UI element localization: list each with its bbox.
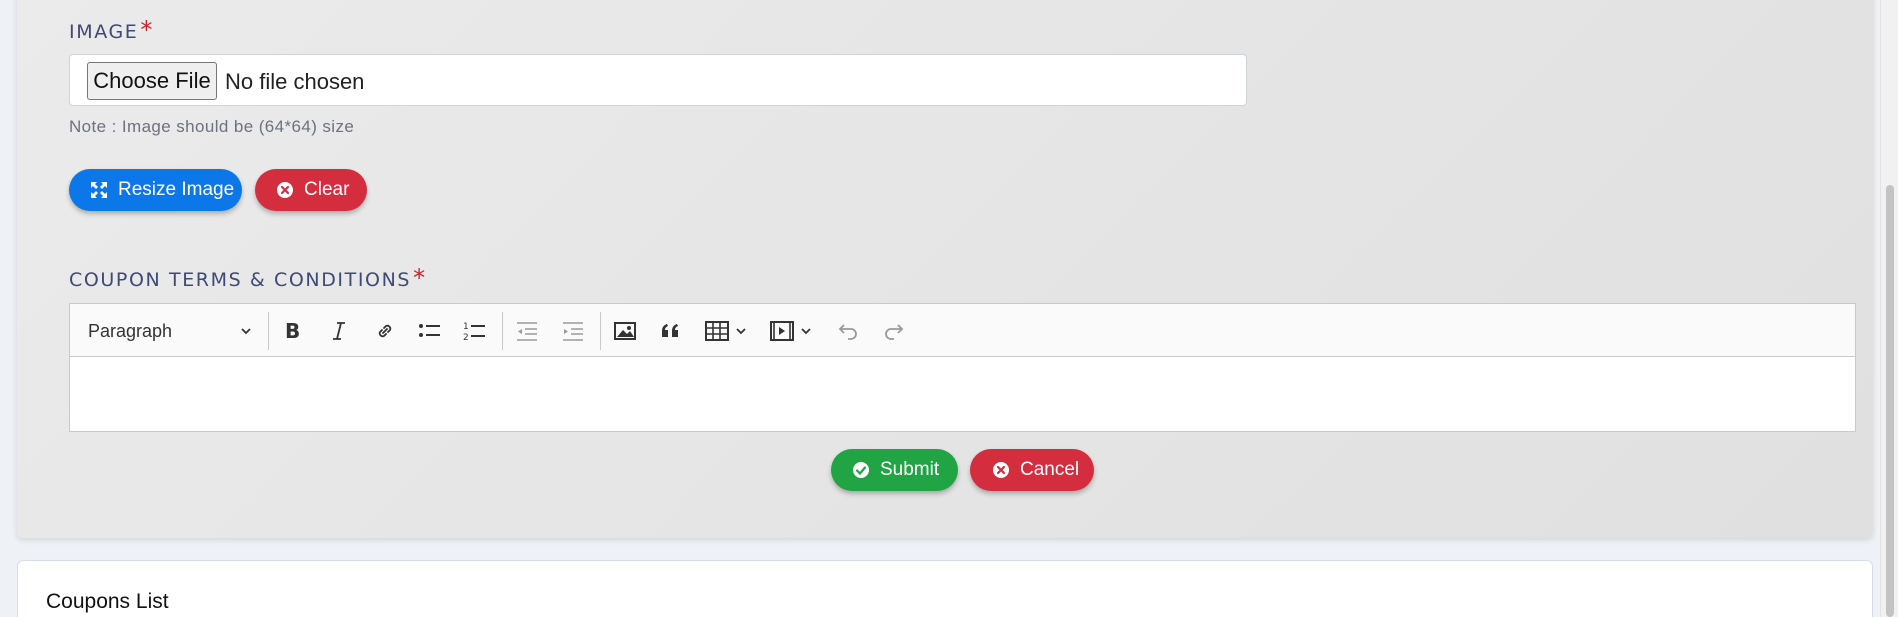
media-icon[interactable] bbox=[770, 318, 796, 344]
chevron-down-icon[interactable] bbox=[734, 318, 748, 344]
terms-editor: Paragraph B 12 bbox=[69, 303, 1856, 432]
toolbar-divider bbox=[600, 312, 601, 350]
svg-text:B: B bbox=[285, 320, 300, 342]
editor-toolbar: Paragraph B 12 bbox=[70, 304, 1855, 357]
svg-text:1: 1 bbox=[463, 322, 469, 332]
close-circle-icon bbox=[991, 460, 1011, 480]
numbered-list-icon[interactable]: 12 bbox=[462, 318, 488, 344]
page-scrollbar[interactable] bbox=[1880, 0, 1898, 617]
bulleted-list-icon[interactable] bbox=[417, 318, 443, 344]
toolbar-divider bbox=[502, 312, 503, 350]
block-format-value: Paragraph bbox=[88, 320, 173, 341]
image-label-text: IMAGE bbox=[69, 21, 139, 43]
toolbar-divider bbox=[268, 312, 269, 350]
coupon-form-card: IMAGE* Choose File No file chosen Note :… bbox=[17, 0, 1873, 538]
clear-button[interactable]: Clear bbox=[255, 169, 367, 211]
image-icon[interactable] bbox=[612, 318, 638, 344]
file-status-text: No file chosen bbox=[225, 69, 365, 94]
resize-image-button[interactable]: Resize Image bbox=[69, 169, 242, 211]
image-file-input[interactable]: Choose File No file chosen bbox=[69, 54, 1247, 106]
outdent-icon[interactable] bbox=[514, 318, 540, 344]
redo-icon[interactable] bbox=[881, 318, 907, 344]
coupons-list-card: Coupons List bbox=[17, 560, 1873, 617]
choose-file-button[interactable]: Choose File bbox=[87, 62, 217, 100]
required-mark: * bbox=[413, 264, 427, 292]
terms-label: COUPON TERMS & CONDITIONS* bbox=[69, 264, 427, 292]
image-size-note: Note : Image should be (64*64) size bbox=[69, 117, 355, 136]
indent-icon[interactable] bbox=[560, 318, 586, 344]
submit-button[interactable]: Submit bbox=[831, 449, 958, 491]
cancel-button[interactable]: Cancel bbox=[970, 449, 1094, 491]
link-icon[interactable] bbox=[372, 318, 398, 344]
image-label: IMAGE* bbox=[69, 16, 154, 44]
check-circle-icon bbox=[851, 460, 871, 480]
required-mark: * bbox=[140, 16, 154, 44]
coupons-list-title: Coupons List bbox=[46, 590, 169, 613]
resize-image-label: Resize Image bbox=[118, 179, 235, 200]
editor-content-area[interactable] bbox=[70, 357, 1855, 432]
italic-icon[interactable] bbox=[326, 318, 352, 344]
expand-icon bbox=[89, 180, 109, 200]
chevron-down-icon bbox=[239, 322, 253, 343]
bold-icon[interactable]: B bbox=[280, 318, 306, 344]
cancel-label: Cancel bbox=[1020, 459, 1080, 480]
svg-text:2: 2 bbox=[463, 333, 469, 342]
scrollbar-thumb[interactable] bbox=[1886, 185, 1894, 617]
terms-label-text: COUPON TERMS & CONDITIONS bbox=[69, 269, 412, 291]
chevron-down-icon[interactable] bbox=[799, 318, 813, 344]
undo-icon[interactable] bbox=[835, 318, 861, 344]
close-circle-icon bbox=[275, 180, 295, 200]
block-format-dropdown[interactable]: Paragraph bbox=[88, 318, 253, 344]
blockquote-icon[interactable] bbox=[658, 318, 684, 344]
table-icon[interactable] bbox=[705, 318, 731, 344]
submit-label: Submit bbox=[880, 459, 940, 480]
clear-label: Clear bbox=[304, 179, 350, 200]
